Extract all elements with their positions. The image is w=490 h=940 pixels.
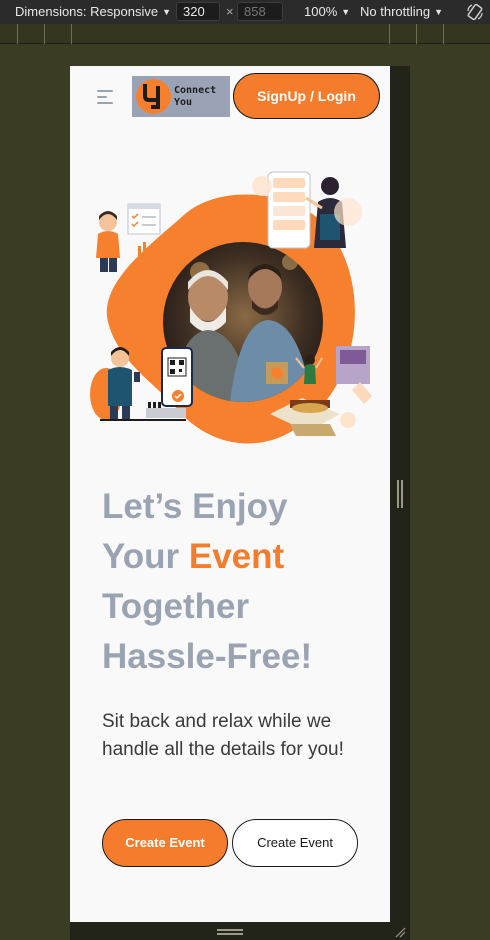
ruler-tick <box>17 24 18 44</box>
dimensions-label: Dimensions: Responsive <box>15 4 159 19</box>
ruler-tick <box>416 24 417 44</box>
ruler-tick <box>389 24 390 44</box>
dimensions-dropdown[interactable]: Dimensions: Responsive ▼ <box>15 4 171 19</box>
signup-login-button[interactable]: SignUp / Login <box>233 73 380 119</box>
logo-mark-icon <box>136 79 171 114</box>
ruler-tick <box>443 24 444 44</box>
chevron-down-icon: ▼ <box>341 6 351 17</box>
zoom-label: 100% <box>304 4 338 19</box>
logo-text: Connect You <box>174 84 217 108</box>
hero-headline: Let’s Enjoy Your Event Together Hassle-F… <box>102 482 372 682</box>
devtools-toolbar: Dimensions: Responsive ▼ 320 × 858 100% … <box>0 0 490 24</box>
create-event-button[interactable]: Create Event <box>102 819 228 867</box>
hero-subtext: Sit back and relax while we handle all t… <box>102 711 344 760</box>
resize-handle-bottom[interactable] <box>217 929 243 935</box>
times-icon: × <box>226 4 234 19</box>
menu-icon[interactable] <box>97 90 113 104</box>
headline-accent: Event <box>188 537 285 576</box>
rotate-icon[interactable] <box>466 3 484 21</box>
create-event-outline-button[interactable]: Create Event <box>232 819 358 867</box>
width-input[interactable]: 320 <box>176 2 220 21</box>
height-input[interactable]: 858 <box>237 2 283 21</box>
chevron-down-icon: ▼ <box>162 6 171 17</box>
zoom-dropdown[interactable]: 100% ▼ <box>304 4 350 19</box>
chevron-down-icon: ▼ <box>434 6 444 17</box>
resize-corner-icon[interactable] <box>394 926 406 938</box>
ruler-tick <box>44 24 45 44</box>
throttling-dropdown[interactable]: No throttling ▼ <box>360 4 443 19</box>
headline-text-2: Together Hassle-Free! <box>102 587 313 676</box>
hero-illustration <box>90 171 372 444</box>
device-viewport: Connect You SignUp / Login Let’s Enjoy Y… <box>70 66 390 922</box>
resize-handle-right[interactable] <box>397 480 403 508</box>
media-query-ruler <box>0 24 490 44</box>
throttling-label: No throttling <box>360 4 431 19</box>
logo[interactable]: Connect You <box>132 76 230 117</box>
ruler-tick <box>71 24 72 44</box>
